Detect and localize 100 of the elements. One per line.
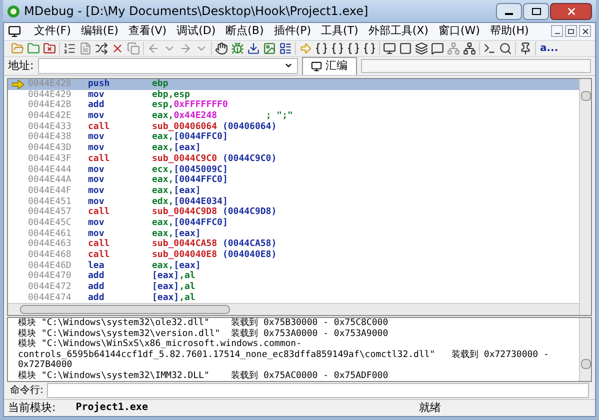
- message-icon[interactable]: [431, 42, 444, 55]
- close-button[interactable]: [550, 2, 592, 20]
- log-line: 模块 "C:\Windows\system32\IMM32.DLL" 装载到 0x75AC0000 - 0x75ADF000: [18, 370, 390, 382]
- operand-cell: [eax],al: [152, 271, 196, 282]
- layers-icon[interactable]: [415, 42, 428, 55]
- window-icon[interactable]: [399, 42, 412, 55]
- minimize-icon[interactable]: [551, 25, 563, 38]
- mnemonic-cell-text: add: [88, 282, 106, 293]
- code-row[interactable]: 0044E42E mov eax,0x44E248 ; ";": [8, 110, 579, 122]
- code-row[interactable]: 0044E457 call sub_0044C9D8 (0044C9D8): [8, 207, 579, 218]
- delete-icon[interactable]: [111, 42, 124, 55]
- operand-cell: [eax],al: [152, 292, 196, 303]
- image-icon[interactable]: [263, 42, 276, 55]
- menu-item[interactable]: 查看(V): [123, 23, 172, 40]
- code-row[interactable]: 0044E472 add [eax],al: [8, 282, 579, 293]
- code-row[interactable]: 0044E44A mov eax,[0044FFC0]: [8, 175, 579, 186]
- list-icon[interactable]: [63, 42, 76, 55]
- braces-icon[interactable]: [331, 42, 344, 55]
- address-cell-text: 0044E468: [28, 250, 72, 260]
- menu-item[interactable]: 窗口(W): [433, 23, 485, 40]
- layout-icon[interactable]: [279, 42, 292, 55]
- code-row[interactable]: 0044E42B add esp,0xFFFFFFF0: [8, 100, 579, 111]
- mnemonic-cell-text: call: [88, 207, 111, 218]
- code-row[interactable]: 0044E43D mov eax,[eax]: [8, 143, 579, 154]
- braces-icon[interactable]: [315, 42, 328, 55]
- folder-icon[interactable]: [27, 42, 40, 55]
- mnemonic-cell-text: call: [88, 250, 111, 260]
- code-row[interactable]: 0044E444 mov ecx,[0045009C]: [8, 164, 579, 176]
- operand-cell: eax,[0044FFC0]: [152, 175, 228, 186]
- code-row[interactable]: 0044E44F mov eax,[eax]: [8, 186, 579, 196]
- maximize-button[interactable]: [523, 2, 549, 20]
- log-line: controls_6595b64144ccf1df_5.82.7601.17514_none_ec83dffa859149af\comctl32.dll" 装载到 0x72730000 -: [18, 350, 550, 360]
- command-label: 命令行:: [10, 384, 44, 398]
- search-icon[interactable]: [499, 42, 512, 55]
- menu-item[interactable]: 外部工具(X): [363, 23, 434, 40]
- close-icon[interactable]: [579, 25, 591, 38]
- address-cell-text: 0044E444: [28, 164, 72, 175]
- code-row[interactable]: 0044E451 mov edx,[0044E034]: [8, 196, 579, 208]
- vertical-scrollbar[interactable]: [579, 78, 591, 315]
- menu-item[interactable]: 插件(P): [268, 23, 316, 40]
- menu-item[interactable]: 编辑(E): [76, 23, 124, 40]
- menu-item[interactable]: 工具(T): [316, 23, 364, 40]
- address-cell-text: 0044E45C: [28, 218, 72, 228]
- mnemonic-cell-text: call: [88, 239, 111, 250]
- operand-cell-text: eax,[eax]: [152, 260, 201, 271]
- mnemonic-cell-text: mov: [88, 132, 106, 143]
- address-label: 地址:: [8, 58, 34, 74]
- command-field[interactable]: [47, 382, 589, 398]
- log-line: 模块 "C:\Windows\system32\version.dll" 装载到 0x753A0000 - 0x753A9000: [18, 328, 390, 339]
- hand-icon[interactable]: [215, 42, 228, 55]
- operand-cell: eax,[0044FFC0]: [152, 218, 228, 228]
- menu-item[interactable]: 帮助(H): [484, 23, 534, 40]
- app-icon: [8, 24, 21, 38]
- code-row[interactable]: 0044E474 add [eax],al: [8, 292, 579, 303]
- address-cell-text: 0044E43D: [28, 143, 72, 154]
- operand-cell: sub_004040E8 (004040E8): [152, 250, 277, 260]
- tab[interactable]: 汇编: [302, 56, 357, 75]
- menu-item[interactable]: 断点(B): [220, 23, 269, 40]
- shuffle-icon[interactable]: [95, 42, 108, 55]
- mnemonic-cell-text: mov: [88, 175, 106, 186]
- operand-cell: eax,[eax]: [152, 186, 201, 196]
- code-row[interactable]: 0044E433 call sub_00406064 (00406064): [8, 122, 579, 132]
- folder-close-icon[interactable]: [43, 42, 56, 55]
- code-row[interactable]: 0044E46D lea eax,[eax]: [8, 260, 579, 272]
- code-row[interactable]: 0044E45C mov eax,[0044FFC0]: [8, 218, 579, 229]
- mnemonic-cell-text: mov: [88, 186, 106, 196]
- pin-icon[interactable]: [519, 42, 532, 55]
- vertical-scrollbar[interactable]: [579, 318, 591, 382]
- mnemonic-cell-text: call: [88, 122, 111, 132]
- download-icon[interactable]: [247, 42, 260, 55]
- code-row[interactable]: 0044E429 mov ebp,esp: [8, 90, 579, 100]
- code-row[interactable]: 0044E43F call sub_0044C9C0 (0044C9C0): [8, 154, 579, 164]
- code-row[interactable]: 0044E463 call sub_0044CA58 (0044CA58): [8, 239, 579, 250]
- module-label: 当前模块:: [8, 400, 56, 416]
- minimize-button[interactable]: [496, 2, 522, 20]
- mnemonic-cell-text: mov: [88, 218, 106, 228]
- terminal-icon[interactable]: [483, 42, 496, 55]
- address-field[interactable]: [38, 58, 298, 74]
- monitor-icon[interactable]: [383, 42, 396, 55]
- code-row[interactable]: 0044E468 call sub_004040E8 (004040E8): [8, 250, 579, 261]
- braces-icon[interactable]: [347, 42, 360, 55]
- module-name: Project1.exe: [76, 400, 148, 416]
- menu-item[interactable]: 文件(F): [29, 23, 76, 40]
- address-cell-text: 0044E457: [28, 207, 72, 218]
- address-cell-text: 0044E44A: [28, 175, 72, 186]
- restore-icon[interactable]: [565, 25, 577, 38]
- address-cell-text: 0044E429: [28, 90, 72, 100]
- braces-icon[interactable]: [363, 42, 376, 55]
- network-icon[interactable]: [463, 42, 476, 55]
- horizontal-scrollbar[interactable]: [8, 302, 579, 315]
- operand-cell: eax,0x44E248 ; ";": [152, 111, 293, 122]
- address-cell-text: 0044E428: [28, 79, 72, 90]
- operand-cell-text: edx,[0044E034]: [152, 196, 228, 207]
- code-row[interactable]: 0044E438 mov eax,[0044FFC0]: [8, 132, 579, 144]
- toolbar-text[interactable]: a...: [536, 40, 562, 56]
- menu-item[interactable]: 调试(D): [172, 23, 221, 40]
- operand-cell: ecx,[0045009C]: [152, 164, 228, 175]
- code-row[interactable]: 0044E461 mov eax,[eax]: [8, 228, 579, 240]
- code-row[interactable]: 0044E470 add [eax],al: [8, 271, 579, 282]
- code-row[interactable]: 0044E428 push ebp: [8, 78, 579, 90]
